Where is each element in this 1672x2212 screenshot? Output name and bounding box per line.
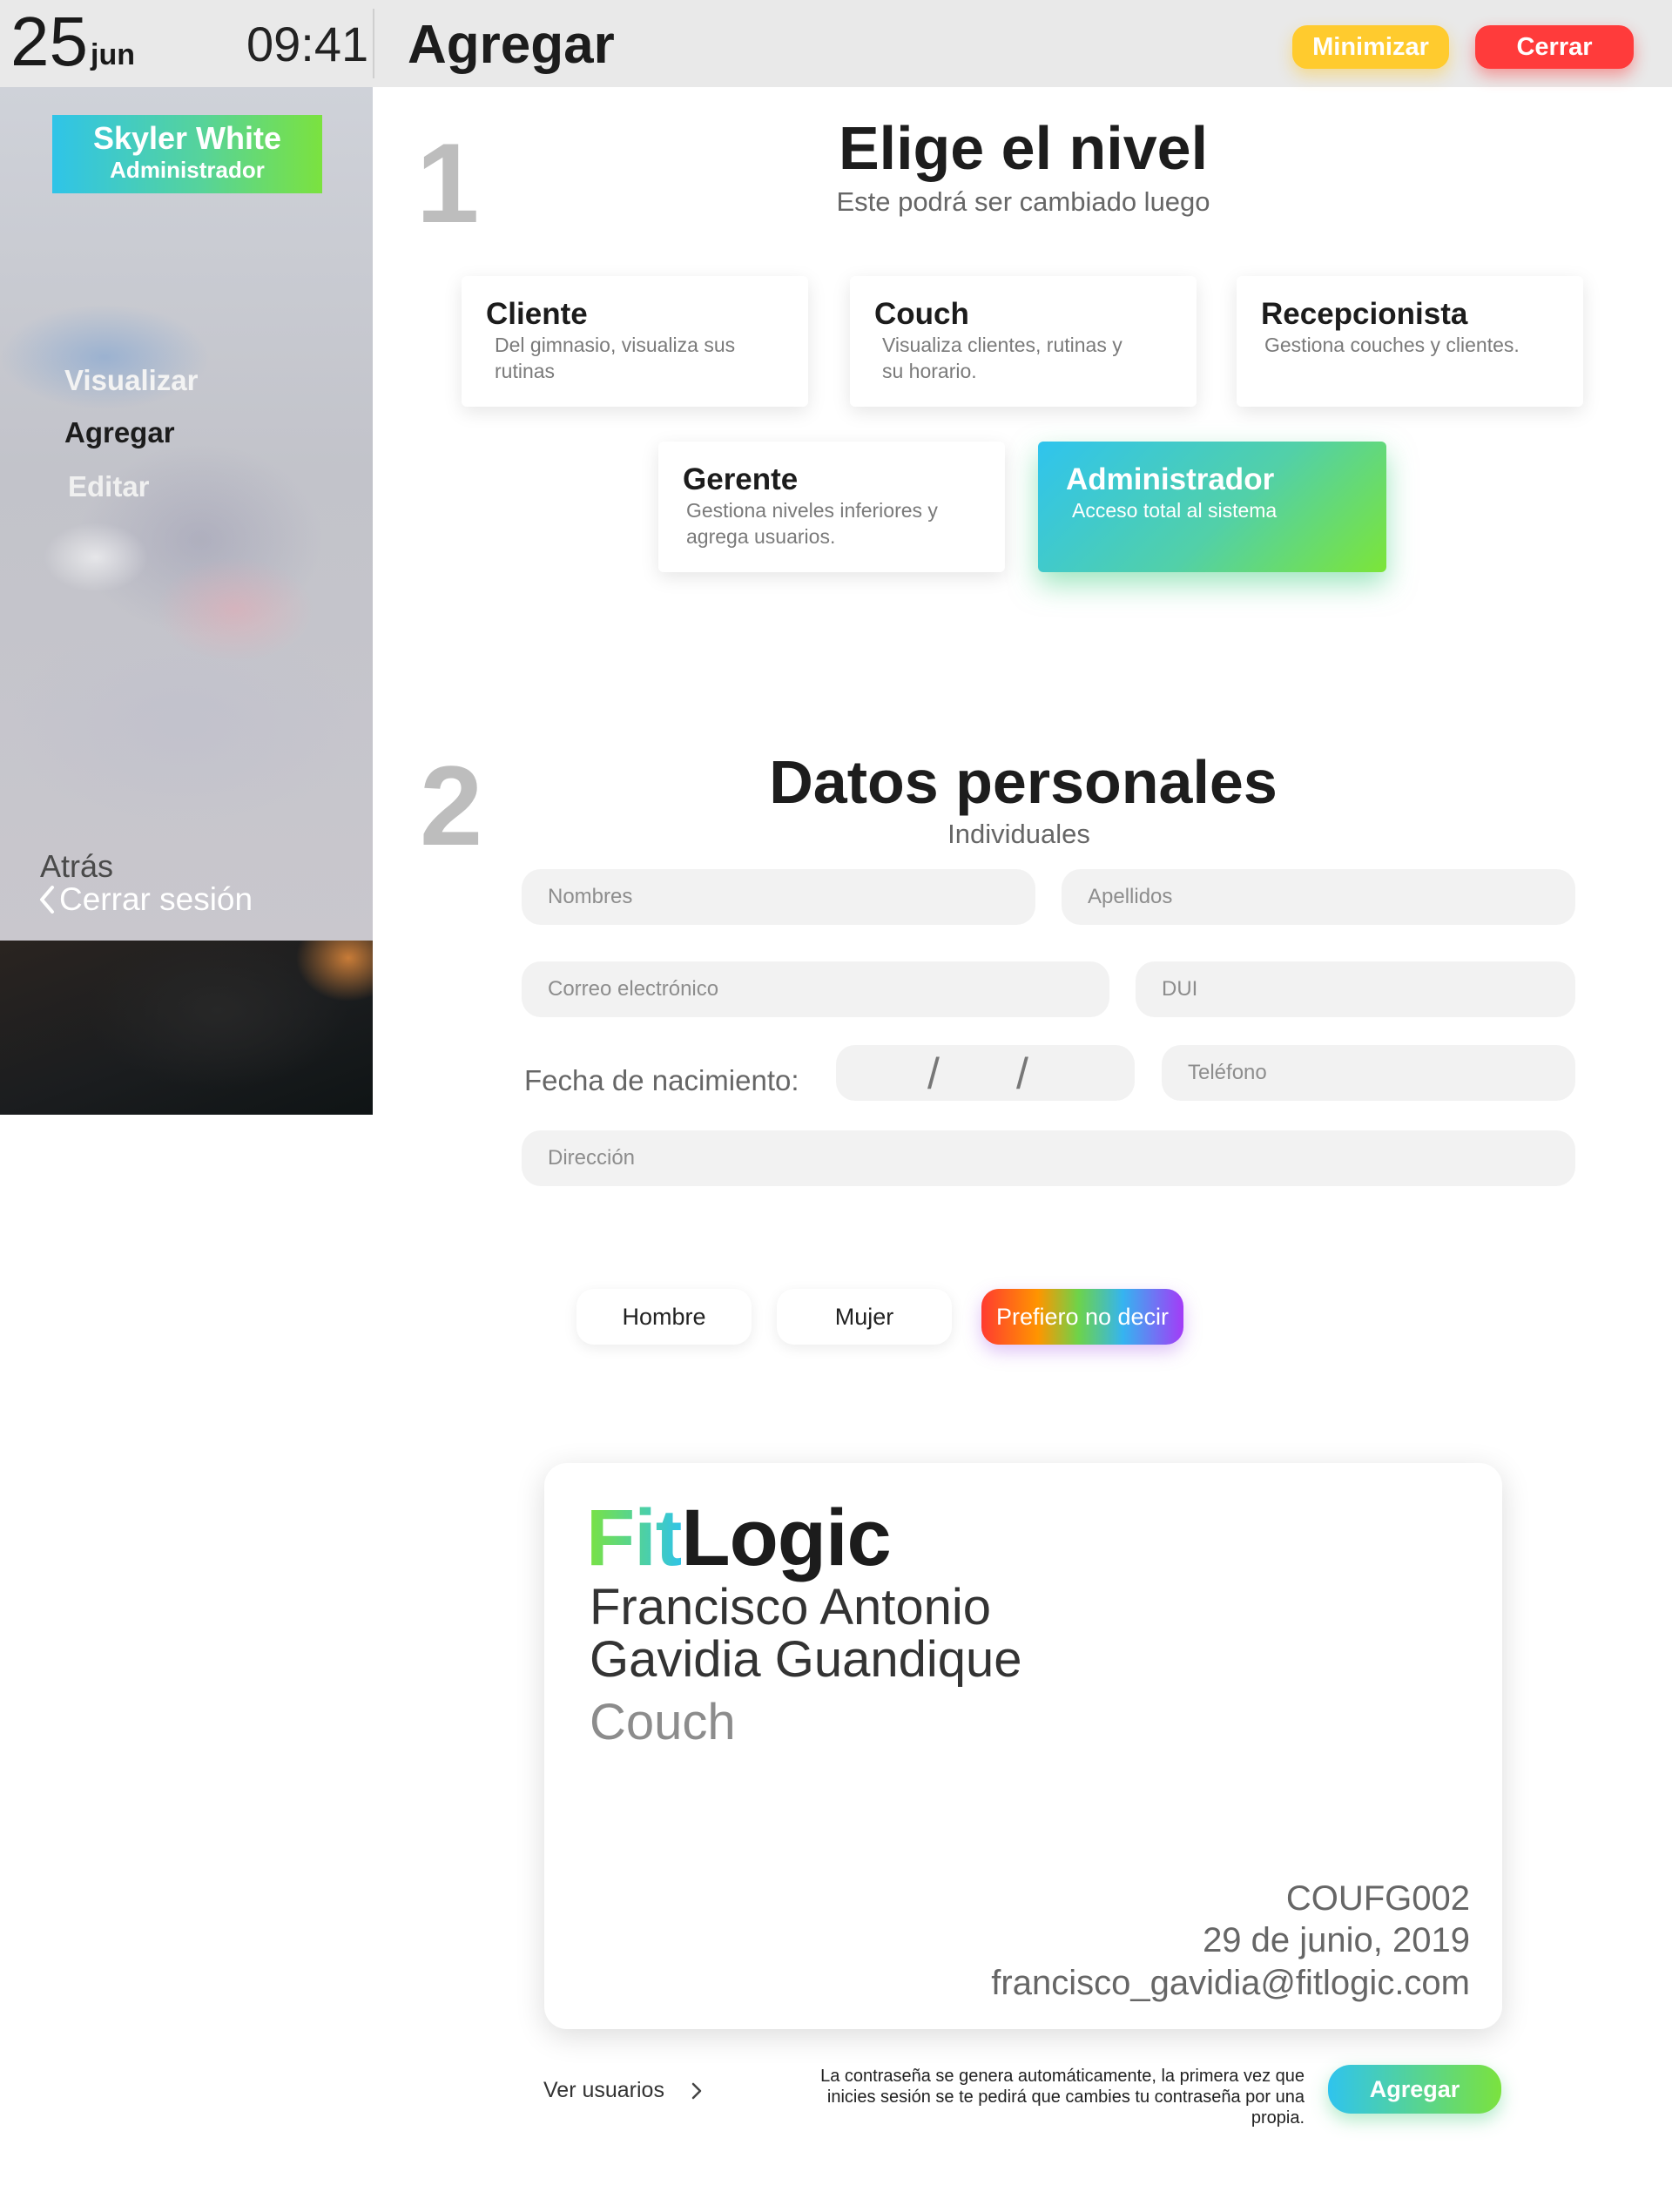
level-description: Acceso total al sistema — [1072, 499, 1278, 522]
card-user-code: COUFG002 — [1285, 1879, 1470, 1918]
card-last-names: Gavidia Guandique — [590, 1631, 1022, 1688]
user-name: Skyler White — [92, 120, 282, 156]
personal-data-subtitle: Individuales — [947, 819, 1090, 849]
level-card-recepcionista[interactable]: Recepcionista Gestiona couches y cliente… — [1237, 276, 1583, 407]
level-description: Del gimnasio, visualiza sus rutinas — [495, 334, 736, 382]
address-input[interactable] — [522, 1130, 1575, 1186]
level-section-title: Elige el nivel — [838, 114, 1209, 182]
birthdate-input[interactable]: / / — [836, 1045, 1135, 1101]
level-section-subtitle: Este podrá ser cambiado luego — [836, 186, 1210, 217]
level-description: Visualiza clientes, rutinas y su horario… — [882, 334, 1123, 382]
level-card-administrador[interactable]: Administrador Acceso total al sistema — [1038, 442, 1386, 572]
level-name: Recepcionista — [1261, 297, 1468, 331]
card-email: francisco_gavidia@fitlogic.com — [991, 1964, 1470, 2002]
password-note: La contraseña se genera automáticamente,… — [820, 2067, 1305, 2128]
card-first-names: Francisco Antonio — [590, 1579, 992, 1635]
level-name: Gerente — [683, 462, 799, 496]
date-separator: / — [1016, 1049, 1028, 1098]
email-input[interactable] — [522, 961, 1109, 1017]
clock-time: 09:41 — [246, 17, 369, 71]
top-divider — [373, 9, 374, 78]
date-month: jun — [91, 38, 135, 71]
level-card-cliente[interactable]: Cliente Del gimnasio, visualiza sus ruti… — [462, 276, 808, 407]
user-role: Administrador — [110, 157, 265, 183]
minimize-button[interactable]: Minimizar — [1292, 25, 1449, 69]
level-name: Cliente — [486, 297, 588, 331]
chevron-right-icon — [691, 2082, 702, 2099]
sidebar-item-editar[interactable]: Editar — [68, 470, 150, 503]
logo-fit: Fit — [586, 1494, 682, 1582]
user-card: Skyler White Administrador — [52, 115, 322, 193]
card-level: Couch — [590, 1694, 736, 1750]
personal-data-title: Datos personales — [769, 748, 1278, 816]
phone-input[interactable] — [1162, 1045, 1575, 1101]
logo-logic: Logic — [681, 1494, 891, 1582]
gender-undisclosed-button[interactable]: Prefiero no decir — [981, 1289, 1183, 1345]
date-day: 25 — [10, 3, 88, 80]
chevron-left-icon — [40, 886, 54, 914]
gender-female-button[interactable]: Mujer — [777, 1289, 952, 1345]
level-description: Gestiona niveles inferiores y agrega usu… — [686, 499, 938, 548]
add-user-button[interactable]: Agregar — [1328, 2065, 1501, 2114]
back-button[interactable]: Atrás — [40, 848, 113, 885]
level-description: Gestiona couches y clientes. — [1264, 334, 1520, 356]
date-separator: / — [927, 1049, 940, 1098]
step-number-2: 2 — [420, 742, 483, 869]
sidebar-item-agregar[interactable]: Agregar — [64, 416, 175, 449]
dui-input[interactable] — [1136, 961, 1575, 1017]
sidebar: Skyler White Administrador Visualizar Ag… — [0, 87, 373, 941]
logout-button[interactable]: Cerrar sesión — [38, 881, 253, 918]
gender-male-button[interactable]: Hombre — [576, 1289, 752, 1345]
level-card-couch[interactable]: Couch Visualiza clientes, rutinas y su h… — [850, 276, 1197, 407]
fitlogic-logo: FitLogic — [586, 1493, 892, 1584]
step-number-1: 1 — [416, 119, 480, 246]
view-users-link[interactable]: Ver usuarios — [543, 2078, 703, 2103]
level-card-gerente[interactable]: Gerente Gestiona niveles inferiores y ag… — [658, 442, 1005, 572]
view-users-label: Ver usuarios — [543, 2078, 664, 2102]
top-bar: 25 jun 09:41 Agregar Minimizar Cerrar — [0, 0, 1672, 87]
card-date: 29 de junio, 2019 — [1203, 1921, 1470, 1959]
member-id-card: FitLogic Francisco Antonio Gavidia Guand… — [544, 1463, 1502, 2029]
close-button[interactable]: Cerrar — [1475, 25, 1634, 69]
page-title: Agregar — [408, 15, 615, 75]
first-names-input[interactable] — [522, 869, 1035, 925]
sidebar-item-visualizar[interactable]: Visualizar — [64, 364, 198, 397]
last-names-input[interactable] — [1062, 869, 1575, 925]
level-name: Couch — [874, 297, 969, 331]
level-name: Administrador — [1066, 462, 1275, 496]
logout-label: Cerrar sesión — [59, 881, 253, 917]
sidebar-background-photo — [0, 941, 373, 1115]
birthdate-label: Fecha de nacimiento: — [524, 1064, 799, 1096]
